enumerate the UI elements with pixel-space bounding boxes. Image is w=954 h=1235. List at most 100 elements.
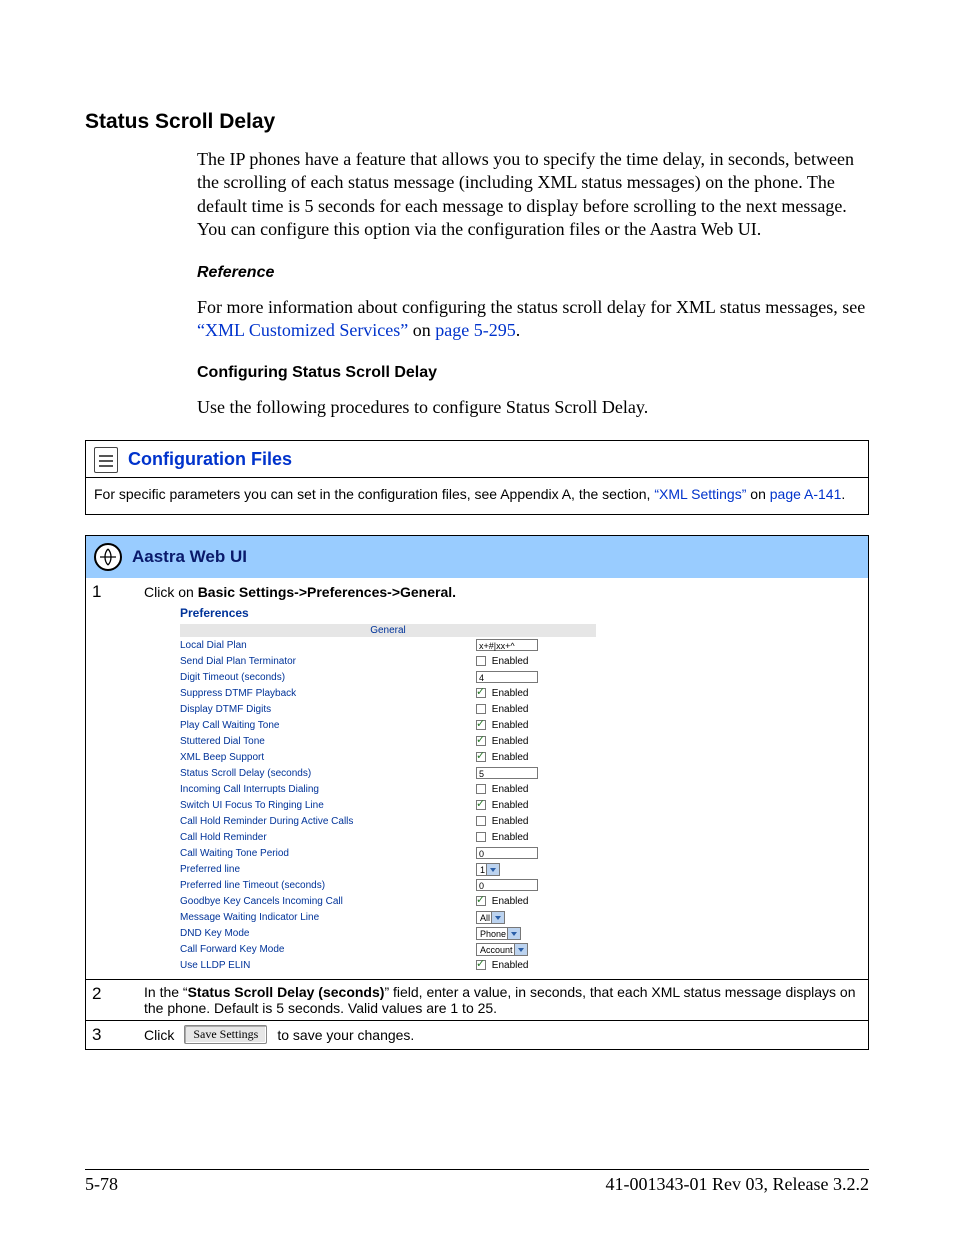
setting-control: Enabled <box>476 701 616 717</box>
checkbox[interactable] <box>476 736 486 746</box>
checkbox-label: Enabled <box>489 752 528 763</box>
setting-label: Use LLDP ELIN <box>180 957 476 973</box>
setting-control: Enabled <box>476 893 616 909</box>
step-3-b: to save your changes. <box>277 1027 414 1043</box>
setting-label: Call Hold Reminder <box>180 829 476 845</box>
setting-label: Incoming Call Interrupts Dialing <box>180 781 476 797</box>
configuring-heading: Configuring Status Scroll Delay <box>85 364 869 382</box>
xml-customized-services-link[interactable]: “XML Customized Services” <box>197 320 408 340</box>
setting-control: 0 <box>476 845 616 861</box>
setting-label: Call Waiting Tone Period <box>180 845 476 861</box>
settings-row: Use LLDP ELIN Enabled <box>180 957 616 973</box>
text-input[interactable]: 4 <box>476 671 538 683</box>
setting-label: DND Key Mode <box>180 925 476 941</box>
setting-control: Enabled <box>476 829 616 845</box>
page-title: Status Scroll Delay <box>85 110 869 134</box>
configuring-paragraph: Use the following procedures to configur… <box>85 396 869 419</box>
setting-label: Status Scroll Delay (seconds) <box>180 765 476 781</box>
setting-control: All <box>476 909 616 925</box>
settings-row: Call Forward Key ModeAccount <box>180 941 616 957</box>
setting-label: Digit Timeout (seconds) <box>180 669 476 685</box>
configuration-files-body: For specific parameters you can set in t… <box>86 478 868 514</box>
save-settings-button[interactable]: Save Settings <box>184 1025 267 1044</box>
select-value: 1 <box>480 865 485 875</box>
step-2-text: In the “Status Scroll Delay (seconds)” f… <box>138 980 868 1021</box>
configuration-files-title: Configuration Files <box>128 449 292 470</box>
checkbox-label: Enabled <box>489 800 528 811</box>
checkbox[interactable] <box>476 896 486 906</box>
settings-row: Suppress DTMF Playback Enabled <box>180 685 616 701</box>
setting-label: Switch UI Focus To Ringing Line <box>180 797 476 813</box>
setting-control: Enabled <box>476 685 616 701</box>
checkbox[interactable] <box>476 752 486 762</box>
settings-row: Preferred line Timeout (seconds)0 <box>180 877 616 893</box>
setting-label: XML Beep Support <box>180 749 476 765</box>
select-dropdown[interactable]: Phone <box>476 927 521 940</box>
globe-icon <box>94 543 122 571</box>
setting-label: Preferred line Timeout (seconds) <box>180 877 476 893</box>
text-input[interactable]: 5 <box>476 767 538 779</box>
checkbox-label: Enabled <box>489 720 528 731</box>
setting-control: Enabled <box>476 957 616 973</box>
page-5-295-link[interactable]: page 5-295 <box>435 320 515 340</box>
checkbox[interactable] <box>476 688 486 698</box>
setting-control: 5 <box>476 765 616 781</box>
chevron-down-icon <box>491 912 504 923</box>
settings-row: Message Waiting Indicator LineAll <box>180 909 616 925</box>
general-heading: General <box>180 624 596 637</box>
setting-control: Enabled <box>476 797 616 813</box>
setting-control: 4 <box>476 669 616 685</box>
step-3-number: 3 <box>86 1021 138 1050</box>
settings-row: DND Key ModePhone <box>180 925 616 941</box>
checkbox[interactable] <box>476 704 486 714</box>
step-2-a: In the “ <box>144 984 188 1000</box>
xml-settings-link[interactable]: “XML Settings” <box>654 486 746 502</box>
setting-label: Goodbye Key Cancels Incoming Call <box>180 893 476 909</box>
setting-label: Play Call Waiting Tone <box>180 717 476 733</box>
settings-row: Goodbye Key Cancels Incoming Call Enable… <box>180 893 616 909</box>
checkbox[interactable] <box>476 816 486 826</box>
setting-control: Phone <box>476 925 616 941</box>
setting-control: Enabled <box>476 717 616 733</box>
setting-label: Local Dial Plan <box>180 637 476 653</box>
text-input[interactable]: 0 <box>476 879 538 891</box>
reference-heading: Reference <box>85 264 869 282</box>
footer-page-number: 5-78 <box>85 1174 118 1195</box>
settings-row: Local Dial Planx+#|xx+^ <box>180 637 616 653</box>
step-2-number: 2 <box>86 980 138 1021</box>
setting-control: Enabled <box>476 781 616 797</box>
setting-label: Call Hold Reminder During Active Calls <box>180 813 476 829</box>
settings-row: Status Scroll Delay (seconds)5 <box>180 765 616 781</box>
step-1-path: Basic Settings->Preferences->General. <box>198 584 456 600</box>
setting-control: Enabled <box>476 733 616 749</box>
step-2-fieldname: Status Scroll Delay (seconds) <box>188 984 385 1000</box>
checkbox[interactable] <box>476 800 486 810</box>
checkbox-label: Enabled <box>489 896 528 907</box>
checkbox-label: Enabled <box>489 832 528 843</box>
checkbox-label: Enabled <box>489 656 528 667</box>
footer-doc-id: 41-001343-01 Rev 03, Release 3.2.2 <box>606 1174 869 1195</box>
text-input[interactable]: 0 <box>476 847 538 859</box>
checkbox[interactable] <box>476 832 486 842</box>
reference-period: . <box>516 320 521 340</box>
select-value: Account <box>480 945 513 955</box>
document-icon <box>94 447 118 473</box>
text-input[interactable]: x+#|xx+^ <box>476 639 538 651</box>
settings-row: Play Call Waiting Tone Enabled <box>180 717 616 733</box>
checkbox[interactable] <box>476 656 486 666</box>
select-dropdown[interactable]: Account <box>476 943 528 956</box>
page-a-141-link[interactable]: page A-141 <box>770 486 842 502</box>
setting-control: Enabled <box>476 813 616 829</box>
setting-label: Preferred line <box>180 861 476 877</box>
setting-control: Enabled <box>476 653 616 669</box>
settings-row: Stuttered Dial Tone Enabled <box>180 733 616 749</box>
setting-control: x+#|xx+^ <box>476 637 616 653</box>
setting-label: Message Waiting Indicator Line <box>180 909 476 925</box>
settings-row: Preferred line 1 <box>180 861 616 877</box>
checkbox[interactable] <box>476 784 486 794</box>
step-3-a: Click <box>144 1027 174 1043</box>
checkbox[interactable] <box>476 720 486 730</box>
select-dropdown[interactable]: All <box>476 911 505 924</box>
select-dropdown[interactable]: 1 <box>476 863 500 876</box>
checkbox[interactable] <box>476 960 486 970</box>
